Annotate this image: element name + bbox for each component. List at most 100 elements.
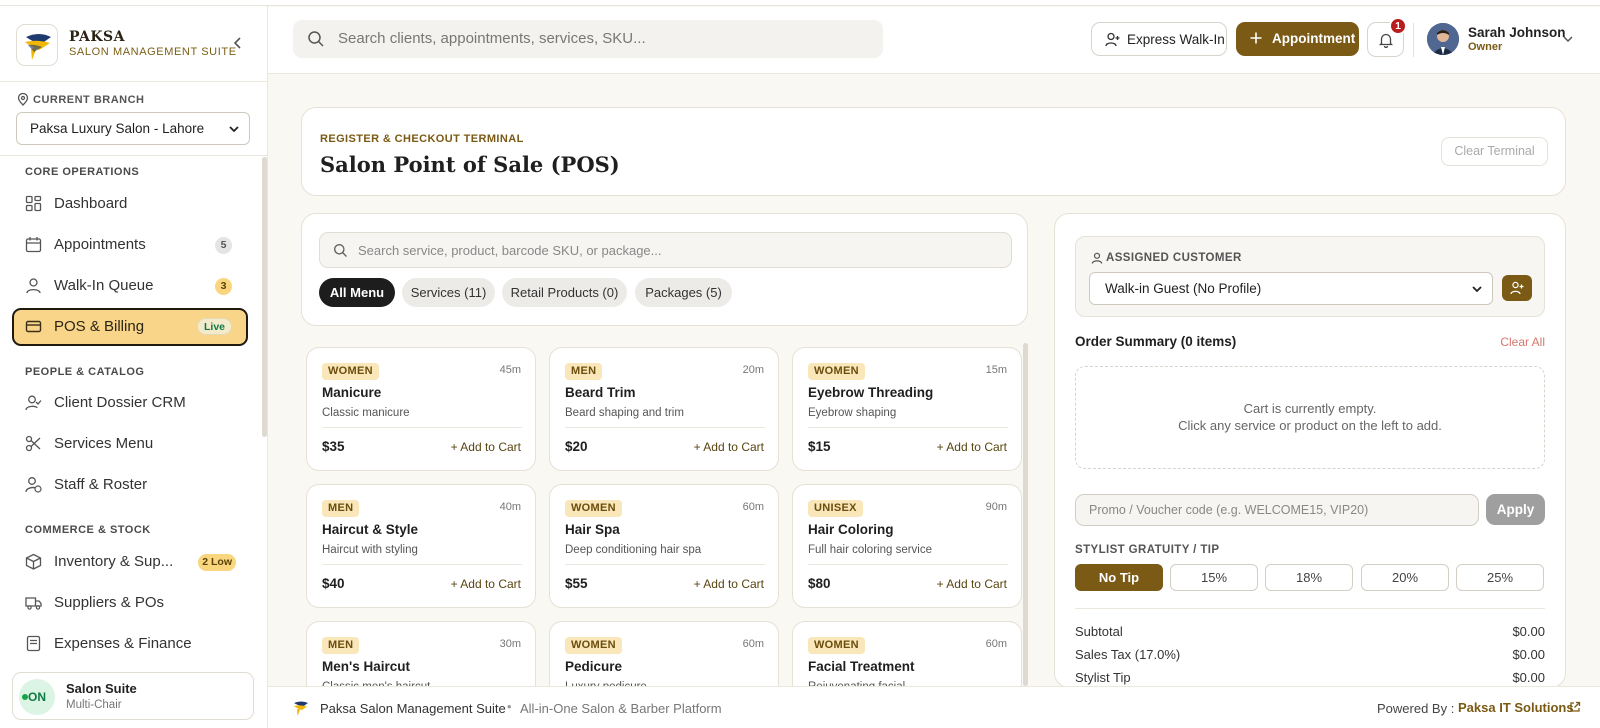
calendar-icon <box>25 237 42 253</box>
catalog-search-input[interactable]: Search service, product, barcode SKU, or… <box>319 232 1012 268</box>
cart-empty-line2: Click any service or product on the left… <box>1178 418 1442 433</box>
product-card[interactable]: UNISEX 90m Hair Coloring Full hair coloring… <box>792 484 1022 608</box>
appointment-label: Appointment <box>1272 31 1356 46</box>
category-tag: MEN <box>565 363 603 380</box>
add-to-cart-button[interactable]: + Add to Cart <box>937 440 1007 454</box>
tip-option-25[interactable]: 25% <box>1456 564 1544 591</box>
box-icon <box>25 553 42 570</box>
global-search-input[interactable]: Search clients, appointments, services, … <box>293 20 883 58</box>
add-to-cart-button[interactable]: + Add to Cart <box>694 440 764 454</box>
product-price: $35 <box>322 439 345 454</box>
filter-packages[interactable]: Packages (5) <box>635 278 732 307</box>
pos-header-card: REGISTER & CHECKOUT TERMINAL Salon Point… <box>301 107 1566 196</box>
top-bar: Search clients, appointments, services, … <box>268 7 1600 74</box>
duration-label: 90m <box>985 501 1007 513</box>
add-customer-button[interactable] <box>1502 275 1532 301</box>
product-name: Manicure <box>322 385 382 400</box>
product-name: Facial Treatment <box>808 659 915 674</box>
product-price: $55 <box>565 576 588 591</box>
paksa-logo-icon[interactable] <box>16 24 58 66</box>
product-card[interactable]: MEN 40m Haircut & Style Haircut with stylin… <box>306 484 536 608</box>
sidebar: PAKSA SALON MANAGEMENT SUITE CURRENT BRA… <box>0 0 268 728</box>
add-to-cart-button[interactable]: + Add to Cart <box>451 577 521 591</box>
product-card[interactable]: WOMEN 45m Manicure Classic manicure $35 + Add… <box>306 347 536 471</box>
category-tag: WOMEN <box>565 637 622 654</box>
sidebar-item-suppliers[interactable]: Suppliers & POs <box>12 584 248 622</box>
sidebar-item-label: Staff & Roster <box>54 476 148 493</box>
sidebar-item-appointments[interactable]: Appointments 5 <box>12 226 248 264</box>
product-card[interactable]: WOMEN60mFacial TreatmentRejuvenating fac… <box>792 621 1022 686</box>
pos-kicker: REGISTER & CHECKOUT TERMINAL <box>320 133 524 145</box>
product-grid-scrollbar[interactable] <box>1023 343 1028 686</box>
bell-icon <box>1378 33 1394 48</box>
sidebar-item-label: Inventory & Sup... <box>54 553 174 570</box>
plan-status-card[interactable]: ON Salon Suite Multi-Chair <box>12 672 254 720</box>
sidebar-item-pos-billing[interactable]: POS & Billing Live <box>12 308 248 346</box>
sidebar-item-dashboard[interactable]: Dashboard <box>12 185 248 223</box>
product-price: $80 <box>808 576 831 591</box>
duration-label: 20m <box>742 364 764 376</box>
footer-app-name: Paksa Salon Management Suite <box>320 701 506 716</box>
filter-services[interactable]: Services (11) <box>402 278 495 307</box>
product-description: Beard shaping and trim <box>565 407 684 419</box>
sidebar-item-staff-roster[interactable]: Staff & Roster <box>12 466 248 504</box>
user-name[interactable]: Sarah Johnson <box>1468 25 1566 40</box>
sidebar-nav: CORE OPERATIONS Dashboard Appointments 5… <box>0 157 268 657</box>
tip-option-20[interactable]: 20% <box>1361 564 1449 591</box>
sidebar-item-walkin-queue[interactable]: Walk-In Queue 3 <box>12 267 248 305</box>
sidebar-item-inventory[interactable]: Inventory & Sup... 2 Low <box>12 543 248 581</box>
sidebar-item-expenses[interactable]: Expenses & Finance <box>12 625 248 657</box>
add-to-cart-button[interactable]: + Add to Cart <box>937 577 1007 591</box>
branch-select[interactable]: Paksa Luxury Salon - Lahore <box>16 112 250 145</box>
user-role: Owner <box>1468 41 1503 53</box>
add-to-cart-button[interactable]: + Add to Cart <box>451 440 521 454</box>
clear-all-button[interactable]: Clear All <box>1500 335 1545 349</box>
product-card[interactable]: MEN 20m Beard Trim Beard shaping and trim $2… <box>549 347 779 471</box>
category-tag: WOMEN <box>808 637 865 654</box>
add-to-cart-button[interactable]: + Add to Cart <box>694 577 764 591</box>
sidebar-item-label: Suppliers & POs <box>54 594 165 611</box>
product-card[interactable]: WOMEN 15m Eyebrow Threading Eyebrow shaping… <box>792 347 1022 471</box>
search-placeholder: Search clients, appointments, services, … <box>338 30 646 47</box>
product-description: Eyebrow shaping <box>808 407 897 419</box>
plan-subtitle: Multi-Chair <box>66 699 122 711</box>
total-row-tax: Sales Tax (17.0%) $0.00 <box>1075 647 1545 662</box>
order-panel: ASSIGNED CUSTOMER Walk-in Guest (No Prof… <box>1054 213 1566 688</box>
total-label: Subtotal <box>1075 624 1123 639</box>
sidebar-item-label: Walk-In Queue <box>54 277 154 294</box>
duration-label: 40m <box>499 501 521 513</box>
nav-section-core: CORE OPERATIONS <box>25 166 140 178</box>
user-avatar[interactable] <box>1427 23 1459 55</box>
sidebar-item-client-crm[interactable]: Client Dossier CRM <box>12 384 248 422</box>
scissors-icon <box>25 435 41 452</box>
filter-all-menu[interactable]: All Menu <box>319 278 395 307</box>
clear-terminal-button[interactable]: Clear Terminal <box>1441 137 1548 166</box>
category-tag: WOMEN <box>565 500 622 517</box>
filter-retail-products[interactable]: Retail Products (0) <box>502 278 627 307</box>
nav-section-commerce: COMMERCE & STOCK <box>25 524 151 536</box>
product-card[interactable]: MEN30mMen's HaircutClassic men's haircut <box>306 621 536 686</box>
product-card[interactable]: WOMEN 60m Hair Spa Deep conditioning hair s… <box>549 484 779 608</box>
promo-code-input[interactable]: Promo / Voucher code (e.g. WELCOME15, VI… <box>1075 494 1479 526</box>
apply-promo-button[interactable]: Apply <box>1486 494 1545 525</box>
chevron-down-icon[interactable] <box>1562 33 1574 45</box>
tip-option-none[interactable]: No Tip <box>1075 564 1163 591</box>
brand-subtitle: SALON MANAGEMENT SUITE <box>69 46 237 58</box>
sidebar-item-label: Dashboard <box>54 195 128 212</box>
live-badge: Live <box>196 318 232 335</box>
product-card[interactable]: WOMEN60mPedicureLuxury pedicure <box>549 621 779 686</box>
customer-select[interactable]: Walk-in Guest (No Profile) <box>1089 272 1493 305</box>
collapse-sidebar-icon[interactable] <box>230 35 246 51</box>
sidebar-scrollbar[interactable] <box>262 157 267 437</box>
sidebar-item-services-menu[interactable]: Services Menu <box>12 425 248 463</box>
tip-option-15[interactable]: 15% <box>1170 564 1258 591</box>
external-link-icon[interactable] <box>1569 701 1581 713</box>
branch-select-value: Paksa Luxury Salon - Lahore <box>30 121 205 136</box>
new-appointment-button[interactable]: Appointment <box>1236 22 1359 56</box>
user-icon <box>1091 252 1103 264</box>
tip-option-18[interactable]: 18% <box>1265 564 1353 591</box>
footer-company-link[interactable]: Paksa IT Solutions <box>1458 700 1574 715</box>
duration-label: 60m <box>985 638 1007 650</box>
express-walkin-button[interactable]: Express Walk-In <box>1091 22 1227 56</box>
category-tag: WOMEN <box>808 363 865 380</box>
